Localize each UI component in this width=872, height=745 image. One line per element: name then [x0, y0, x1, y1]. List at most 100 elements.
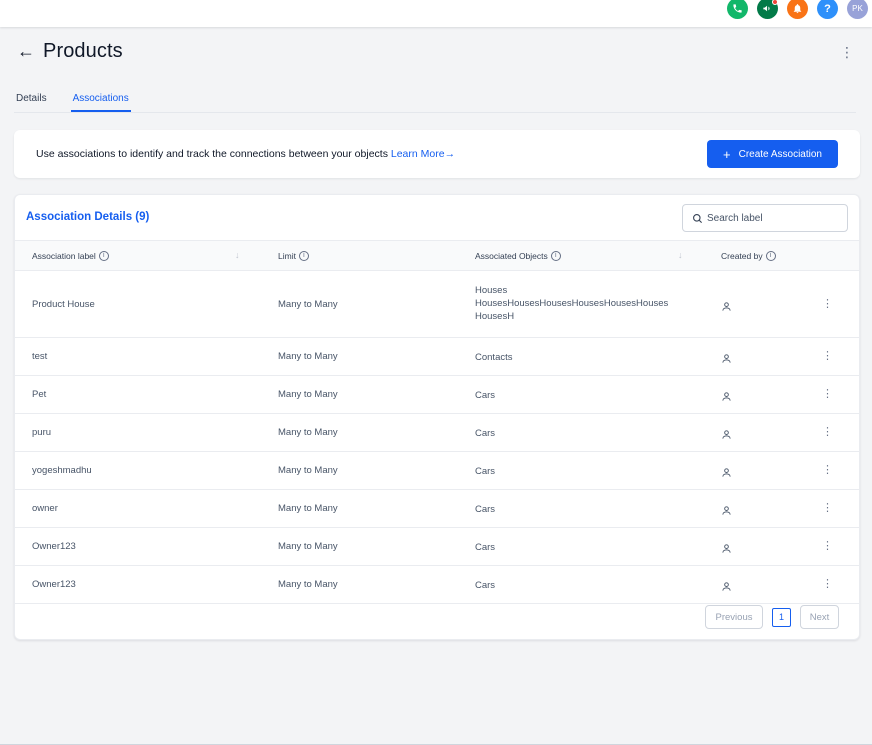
- row-menu-icon[interactable]: ⋮: [822, 579, 833, 590]
- table-row[interactable]: puru Many to Many Cars ⋮: [15, 414, 859, 452]
- cell-associated-objects: Cars: [475, 427, 695, 440]
- associated-object: Cars: [475, 466, 496, 477]
- column-label: Association label: [32, 251, 96, 261]
- user-icon: [721, 299, 732, 311]
- cell-limit: Many to Many: [278, 299, 338, 310]
- create-association-button[interactable]: + Create Association: [707, 140, 838, 168]
- user-icon: [721, 389, 732, 401]
- user-icon: [721, 541, 732, 553]
- user-icon: [721, 351, 732, 363]
- help-glyph: ?: [824, 2, 831, 15]
- cell-limit: Many to Many: [278, 465, 338, 476]
- table-row[interactable]: test Many to Many Contacts ⋮: [15, 338, 859, 376]
- megaphone-icon[interactable]: [757, 0, 778, 19]
- learn-more-label: Learn More: [390, 148, 445, 160]
- table-row[interactable]: Product House Many to Many Houses HousesHou…: [15, 272, 859, 338]
- table-title: Association Details (9): [26, 211, 150, 223]
- cell-association-label: yogeshmadhu: [32, 465, 92, 476]
- page-number-current[interactable]: 1: [772, 607, 791, 627]
- cell-associated-objects: Cars: [475, 503, 695, 516]
- tab-details[interactable]: Details: [14, 88, 49, 112]
- row-menu-icon[interactable]: ⋮: [822, 541, 833, 552]
- info-icon[interactable]: i: [298, 251, 309, 261]
- column-associated-objects[interactable]: Associated Objects i: [475, 251, 561, 261]
- plus-icon: +: [723, 146, 731, 162]
- next-page-button[interactable]: Next: [800, 605, 839, 629]
- cell-associated-objects: Contacts: [475, 351, 695, 364]
- cell-limit: Many to Many: [278, 351, 338, 362]
- avatar-initials: PK: [852, 4, 863, 13]
- table-row[interactable]: yogeshmadhu Many to Many Cars ⋮: [15, 452, 859, 490]
- search-input[interactable]: Search label: [682, 204, 848, 232]
- previous-page-button[interactable]: Previous: [705, 605, 763, 629]
- back-arrow-icon[interactable]: ←: [17, 41, 35, 62]
- tab-bar: Details Associations: [14, 88, 856, 113]
- row-menu-icon[interactable]: ⋮: [822, 389, 833, 400]
- info-icon[interactable]: i: [550, 251, 561, 261]
- associated-object: Cars: [475, 390, 496, 401]
- column-limit: Limit i: [278, 251, 309, 261]
- table-row[interactable]: Pet Many to Many Cars ⋮: [15, 376, 859, 414]
- table-row[interactable]: Owner123 Many to Many Cars ⋮: [15, 528, 859, 566]
- cell-associated-objects: Cars: [475, 579, 695, 592]
- sort-arrow-icon[interactable]: ↓: [678, 250, 683, 260]
- association-table-card: Association Details (9) Search label Ass…: [14, 194, 860, 640]
- cell-association-label: Product House: [32, 299, 95, 310]
- table-row[interactable]: Owner123 Many to Many Cars ⋮: [15, 566, 859, 604]
- top-bar: ? PK: [0, 0, 872, 27]
- table-header: Association label i ↓ Limit i Associated…: [15, 240, 859, 271]
- info-text: Use associations to identify and track t…: [36, 148, 455, 160]
- sort-arrow-icon[interactable]: ↓: [235, 250, 240, 260]
- associated-object: Cars: [475, 542, 496, 553]
- cell-associated-objects: Houses HousesHousesHousesHousesHousesHous…: [475, 284, 695, 323]
- learn-more-link[interactable]: Learn More→: [391, 148, 455, 160]
- pagination: Previous 1 Next: [705, 605, 839, 629]
- bell-icon[interactable]: [787, 0, 808, 19]
- cell-associated-objects: Cars: [475, 541, 695, 554]
- search-placeholder: Search label: [707, 212, 763, 224]
- page-header: ← Products: [17, 40, 123, 63]
- help-icon[interactable]: ?: [817, 0, 838, 19]
- cell-association-label: test: [32, 351, 48, 362]
- phone-icon[interactable]: [727, 0, 748, 19]
- cell-limit: Many to Many: [278, 389, 338, 400]
- cell-limit: Many to Many: [278, 579, 338, 590]
- page-menu-icon[interactable]: ⋮: [840, 45, 854, 59]
- row-menu-icon[interactable]: ⋮: [822, 465, 833, 476]
- cell-limit: Many to Many: [278, 541, 338, 552]
- associated-object: Contacts: [475, 352, 513, 363]
- cell-associated-objects: Cars: [475, 389, 695, 402]
- cell-limit: Many to Many: [278, 427, 338, 438]
- associated-object: Houses: [475, 285, 508, 296]
- associated-object: Cars: [475, 428, 496, 439]
- column-association-label[interactable]: Association label i: [32, 251, 109, 261]
- user-icon: [721, 503, 732, 515]
- column-label: Limit: [278, 251, 296, 261]
- info-icon[interactable]: i: [98, 251, 109, 261]
- page-title: Products: [43, 40, 123, 62]
- row-menu-icon[interactable]: ⋮: [822, 503, 833, 514]
- info-description: Use associations to identify and track t…: [36, 148, 391, 160]
- row-menu-icon[interactable]: ⋮: [822, 351, 833, 362]
- user-icon: [721, 465, 732, 477]
- info-icon[interactable]: i: [765, 251, 776, 261]
- notification-badge: [772, 0, 778, 5]
- arrow-right-icon: →: [444, 148, 456, 160]
- associated-object: Cars: [475, 504, 496, 515]
- associated-object: HousesH: [475, 311, 515, 322]
- top-icons: ? PK: [727, 0, 868, 19]
- associated-object: Cars: [475, 580, 496, 591]
- cell-associated-objects: Cars: [475, 465, 695, 478]
- table-row[interactable]: owner Many to Many Cars ⋮: [15, 490, 859, 528]
- user-icon: [721, 427, 732, 439]
- user-icon: [721, 579, 732, 591]
- row-menu-icon[interactable]: ⋮: [822, 427, 833, 438]
- row-menu-icon[interactable]: ⋮: [822, 299, 833, 310]
- tab-associations[interactable]: Associations: [70, 88, 131, 112]
- associated-object: HousesHousesHousesHousesHousesHouses: [475, 298, 669, 309]
- avatar[interactable]: PK: [847, 0, 868, 19]
- column-label: Created by: [721, 251, 763, 261]
- search-icon: [693, 213, 703, 223]
- cell-association-label: Owner123: [32, 541, 76, 552]
- column-label: Associated Objects: [475, 251, 548, 261]
